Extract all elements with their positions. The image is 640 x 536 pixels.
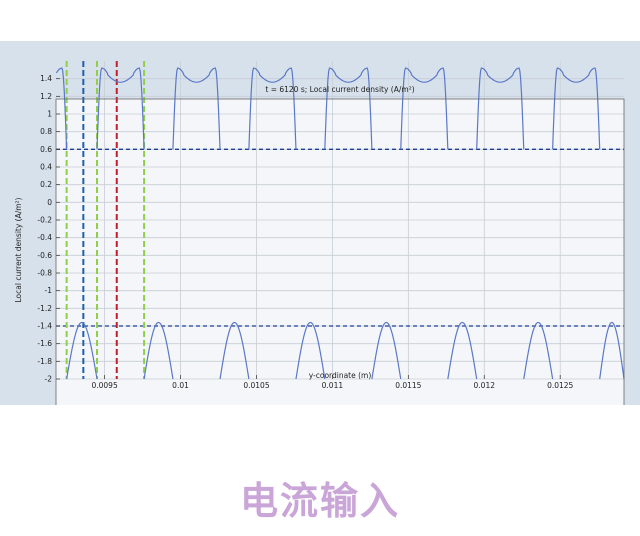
x-tick-label: 0.0125 <box>547 381 573 390</box>
x-tick-label: 0.0105 <box>243 381 269 390</box>
y-tick-label: -1.6 <box>37 339 52 348</box>
chart-panel: -2 -1.8 -1.6 -1.4 -1.2 -1 -0.8 -0.6 -0.4 -0.2 0 0.2… <box>0 41 640 405</box>
y-tick-label: -0.8 <box>37 269 52 278</box>
x-tick-label: 0.01 <box>172 381 189 390</box>
x-tick-label: 0.012 <box>474 381 496 390</box>
caption: 电流输入 <box>239 479 400 523</box>
y-tick-label: -1.4 <box>37 322 52 331</box>
plot-area <box>56 99 624 405</box>
y-tick-label: -2 <box>45 375 53 384</box>
x-tick-label: 0.011 <box>322 381 344 390</box>
y-axis-label: Local current density (A/m²) <box>14 197 23 302</box>
y-tick-label: 1 <box>47 110 52 119</box>
y-tick-label: -0.4 <box>37 233 52 242</box>
y-tick-label: 1.4 <box>40 74 52 83</box>
x-tick-label: 0.0095 <box>91 381 117 390</box>
y-tick-label: -0.2 <box>37 216 52 225</box>
y-tick-label: 0.6 <box>40 145 52 154</box>
y-tick-label: 1.2 <box>40 92 52 101</box>
y-tick-label: 0.8 <box>40 127 52 136</box>
x-axis-label: y-coordinate (m) <box>309 371 372 380</box>
y-tick-label: 0.4 <box>40 163 52 172</box>
current-density-chart: -2 -1.8 -1.6 -1.4 -1.2 -1 -0.8 -0.6 -0.4 -0.2 0 0.2… <box>14 61 625 405</box>
y-tick-label: 0 <box>47 198 52 207</box>
chart-title: t = 6120 s; Local current density (A/m²) <box>265 85 414 94</box>
y-tick-label: 0.2 <box>40 180 52 189</box>
y-tick-label: -1.8 <box>37 357 52 366</box>
y-tick-label: -0.6 <box>37 251 52 260</box>
y-tick-label: -1 <box>45 286 53 295</box>
y-tick-label: -1.2 <box>37 304 52 313</box>
x-tick-label: 0.0115 <box>395 381 421 390</box>
